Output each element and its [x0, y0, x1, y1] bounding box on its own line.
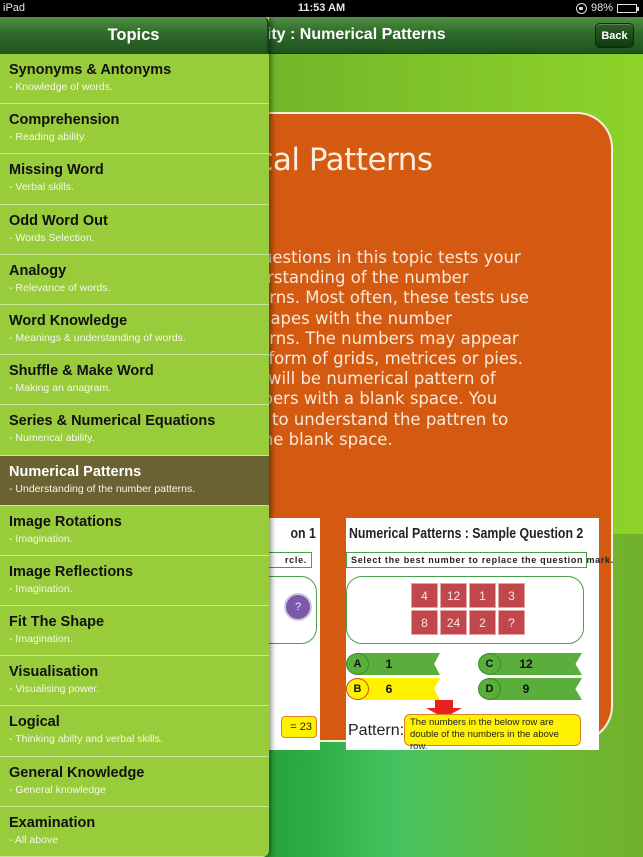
sample-question-2: Numerical Patterns : Sample Question 2 S… — [346, 518, 613, 752]
topic-item-general-knowledge[interactable]: General Knowledge - General knowledge — [0, 756, 269, 807]
sample-2-instruction: Select the best number to replace the qu… — [346, 552, 613, 568]
topic-description: - Words Selection. — [9, 231, 95, 244]
topic-name: Image Rotations — [9, 513, 122, 530]
topic-name: Synonyms & Antonyms — [9, 62, 172, 78]
status-time: 11:53 AM — [297, 2, 346, 14]
number-grid-box: 4 12 1 3 8 24 2 ? — [346, 576, 584, 644]
topic-item-series-numerical-equations[interactable]: Series & Numerical Equations - Numerical … — [0, 405, 269, 456]
option-value: 12 — [488, 653, 582, 675]
battery-percent: 98% — [590, 2, 613, 14]
question-bubble: ? — [284, 593, 312, 621]
topic-description: - Understanding of the number patterns. — [9, 482, 196, 495]
topic-name: Word Knowledge — [9, 312, 128, 329]
popover-header: Topics — [0, 17, 269, 54]
pattern-label: Pattern: — [348, 722, 405, 739]
topic-item-odd-word-out[interactable]: Odd Word Out - Words Selection. — [0, 204, 269, 255]
card-body: e questions in this topic tests your nde… — [236, 248, 566, 450]
topic-item-synonyms-antonyms[interactable]: Synonyms & Antonyms - Knowledge of words. — [0, 54, 269, 105]
topic-item-numerical-patterns[interactable]: Numerical Patterns - Understanding of the… — [0, 455, 269, 506]
card-body-line: eed to understand the pattren to — [236, 409, 509, 429]
grid-cell: 2 — [469, 610, 496, 635]
grid-cell: 8 — [411, 610, 438, 635]
topics-popover: Topics Synonyms & Antonyms - Knowledge of… — [0, 17, 269, 857]
topic-description: - Imagination. — [9, 633, 73, 646]
topic-description: - Verbal skills. — [9, 181, 74, 194]
topic-description: - Meanings & understanding of words. — [9, 331, 186, 344]
card-body-line: e shapes with the number — [236, 308, 452, 328]
sample-2-title: Numerical Patterns : Sample Question 2 — [349, 526, 584, 542]
topic-item-comprehension[interactable]: Comprehension - Reading ability. — [0, 104, 269, 155]
grid-cell: 3 — [498, 583, 525, 608]
topic-name: Series & Numerical Equations — [9, 413, 216, 430]
topic-name: Image Reflections — [9, 563, 134, 580]
rotation-lock-icon — [575, 2, 587, 14]
topic-name: General Knowledge — [9, 764, 145, 781]
topic-description: - All above — [9, 833, 59, 846]
option-letter: A — [346, 653, 369, 675]
grid-cell: ? — [498, 610, 525, 635]
topic-description: - Thinking abilty and verbal skills. — [9, 733, 163, 746]
topic-name: Numerical Patterns — [9, 463, 142, 480]
sample-1-equation: = 23 — [281, 716, 317, 738]
topic-description: - Making an anagram. — [9, 382, 112, 395]
card-body-line: in the blank space. — [236, 429, 393, 449]
grid-cell: 24 — [440, 610, 467, 635]
topic-name: Logical — [9, 714, 60, 731]
popover-title: Topics — [107, 26, 160, 44]
option-letter: D — [478, 678, 501, 700]
pattern-note: The numbers in the below row are double … — [404, 714, 581, 752]
back-button[interactable]: Back — [595, 23, 634, 48]
topic-name: Visualisation — [9, 664, 99, 681]
card-body-line: the form of grids, metrices or pies. — [236, 349, 523, 369]
topic-description: - Relevance of words. — [9, 281, 111, 294]
topic-description: - Knowledge of words. — [9, 81, 113, 93]
topic-list: Synonyms & Antonyms - Knowledge of words.… — [0, 54, 269, 857]
topic-item-word-knowledge[interactable]: Word Knowledge - Meanings & understanding… — [0, 304, 269, 356]
sample-1-title: on 1 — [290, 526, 316, 542]
topic-item-shuffle-make-word[interactable]: Shuffle & Make Word - Making an anagram. — [0, 355, 269, 406]
card-body-line: e questions in this topic tests your — [236, 248, 521, 267]
topic-name: Comprehension — [9, 112, 120, 129]
topic-description: - Visualising power. — [9, 683, 100, 696]
topic-item-analogy[interactable]: Analogy - Relevance of words. — [0, 254, 269, 305]
nav-title: ility : Numerical Patterns — [258, 26, 446, 43]
topic-name: Missing Word — [9, 162, 104, 179]
battery-icon — [617, 3, 639, 13]
card-body-line: atterns. The numbers may appear — [236, 328, 519, 348]
option-a: A 1 — [346, 653, 441, 675]
screen: iPad 11:53 AM 98% ility : Numerical Patt… — [0, 0, 643, 857]
topic-item-logical[interactable]: Logical - Thinking abilty and verbal skil… — [0, 706, 269, 757]
topic-name: Shuffle & Make Word — [9, 363, 154, 380]
topic-item-missing-word[interactable]: Missing Word - Verbal skills. — [0, 154, 269, 205]
topic-name: Odd Word Out — [9, 212, 108, 229]
topic-description: - Numerical ability. — [9, 432, 95, 445]
grid-cell: 1 — [469, 583, 496, 608]
option-letter: B — [346, 678, 369, 700]
topic-item-image-reflections[interactable]: Image Reflections - Imagination. — [0, 555, 269, 607]
option-value: 9 — [488, 678, 582, 700]
topic-item-fit-the-shape[interactable]: Fit The Shape - Imagination. — [0, 606, 269, 657]
option-b: B 6 — [346, 678, 441, 700]
status-bar: iPad 11:53 AM 98% — [0, 0, 643, 17]
topic-description: - General knowledge — [9, 783, 106, 796]
card-body-line: umbers with a blank space. You — [236, 389, 498, 409]
topic-item-image-rotations[interactable]: Image Rotations - Imagination. — [0, 505, 269, 556]
number-grid: 4 12 1 3 8 24 2 ? — [411, 583, 525, 635]
option-c: C 12 — [478, 653, 582, 675]
option-d: D 9 — [478, 678, 582, 700]
topic-name: Fit The Shape — [9, 614, 105, 631]
topic-description: - Reading ability. — [9, 131, 87, 144]
topic-description: - Imagination. — [9, 582, 73, 595]
topic-item-examination[interactable]: Examination - All above — [0, 806, 269, 857]
topic-name: Analogy — [9, 262, 67, 279]
topic-description: - Imagination. — [9, 532, 73, 545]
card-body-line: nderstanding of the number — [236, 268, 469, 288]
card-body-line: atterns. Most often, these tests use — [236, 288, 529, 308]
card-body-line: ere will be numerical pattern of — [236, 369, 496, 389]
topic-name: Examination — [9, 814, 96, 831]
topic-item-visualisation[interactable]: Visualisation - Visualising power. — [0, 656, 269, 707]
option-letter: C — [478, 653, 501, 675]
grid-cell: 4 — [411, 583, 438, 608]
grid-cell: 12 — [440, 583, 467, 608]
